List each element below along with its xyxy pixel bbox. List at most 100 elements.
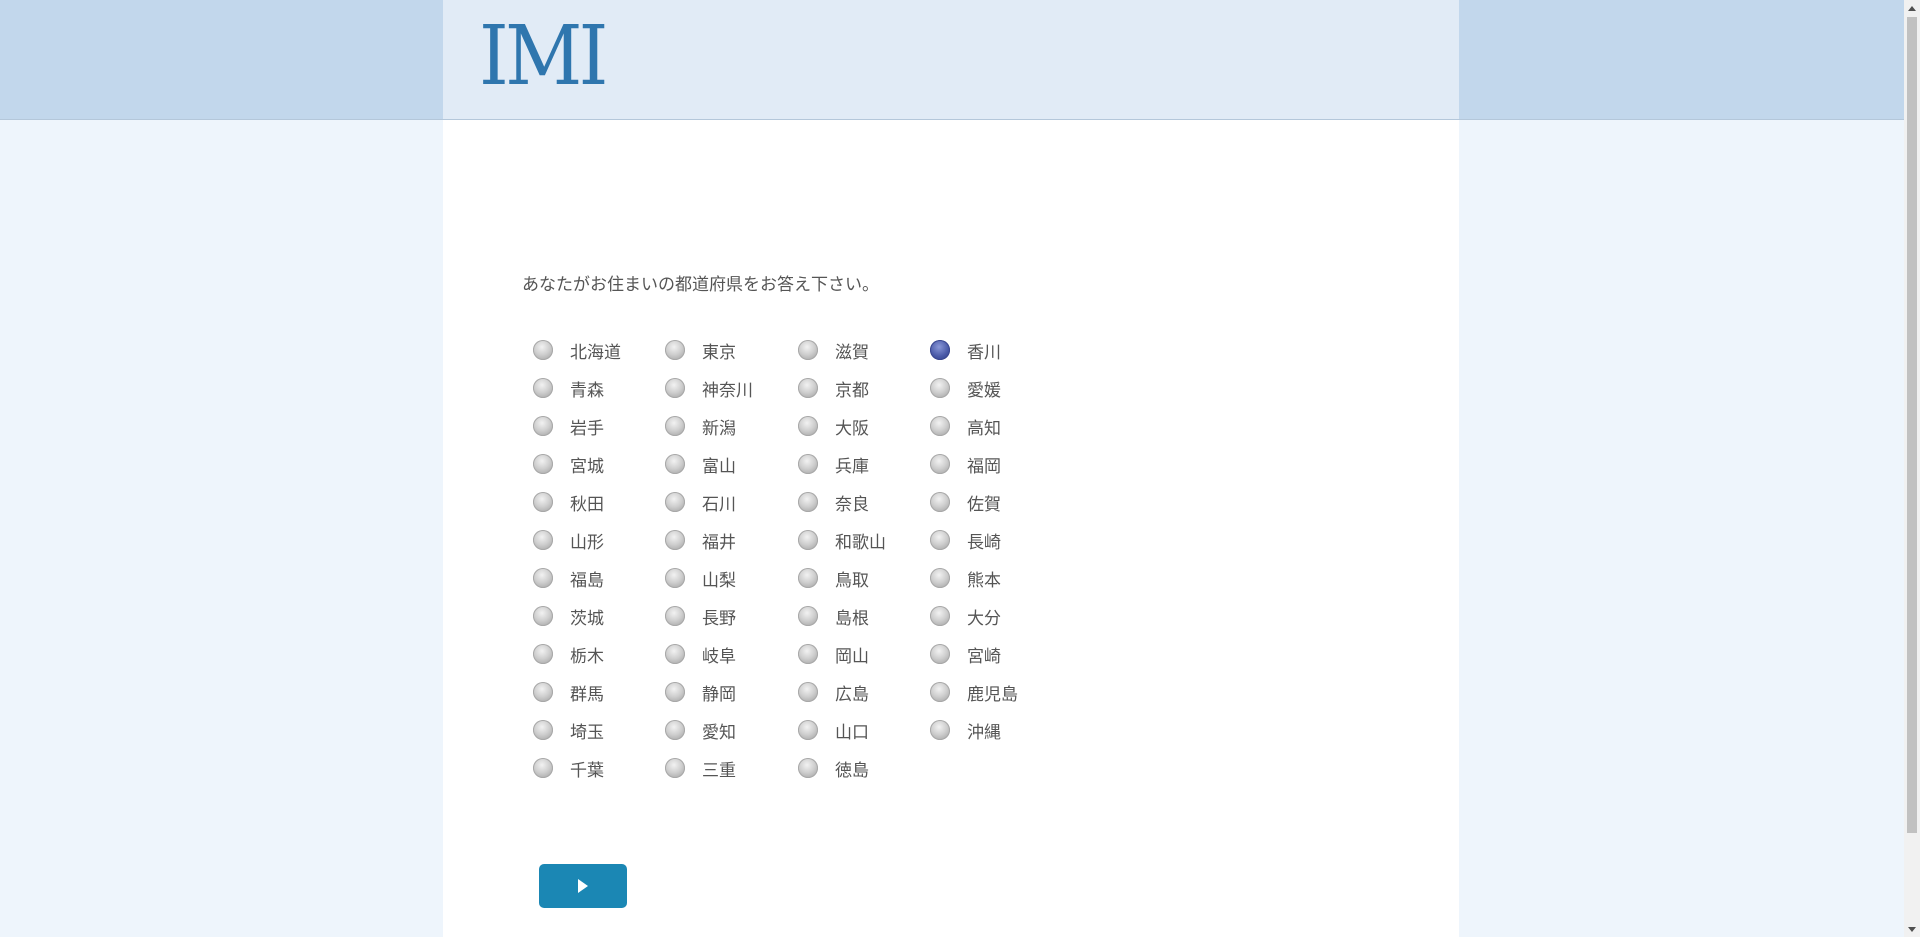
radio-button[interactable] [798,606,818,626]
scroll-up-arrow[interactable] [1904,0,1920,16]
radio-button[interactable] [665,454,685,474]
radio-button[interactable] [665,492,685,512]
radio-button[interactable] [665,378,685,398]
radio-button[interactable] [665,758,685,778]
radio-button[interactable] [930,492,950,512]
radio-button[interactable] [533,378,553,398]
prefecture-option[interactable]: 大分 [930,597,1062,635]
radio-button[interactable] [798,758,818,778]
radio-button[interactable] [930,454,950,474]
prefecture-option[interactable]: 香川 [930,331,1062,369]
prefecture-option[interactable]: 秋田 [533,483,665,521]
radio-button[interactable] [798,568,818,588]
prefecture-option[interactable]: 北海道 [533,331,665,369]
radio-button[interactable] [798,340,818,360]
prefecture-option[interactable]: 広島 [798,673,930,711]
radio-button[interactable] [665,568,685,588]
prefecture-option[interactable]: 石川 [665,483,798,521]
prefecture-option[interactable]: 岩手 [533,407,665,445]
prefecture-option[interactable]: 神奈川 [665,369,798,407]
radio-button[interactable] [798,454,818,474]
radio-button[interactable] [665,644,685,664]
radio-button[interactable] [533,682,553,702]
radio-button[interactable] [798,720,818,740]
prefecture-option[interactable]: 愛知 [665,711,798,749]
radio-button[interactable] [798,530,818,550]
radio-button[interactable] [533,416,553,436]
radio-button[interactable] [665,530,685,550]
radio-button[interactable] [665,340,685,360]
prefecture-option[interactable]: 山梨 [665,559,798,597]
radio-button[interactable] [533,530,553,550]
prefecture-label: 福岡 [967,456,1001,477]
radio-button[interactable] [533,606,553,626]
prefecture-option[interactable]: 鳥取 [798,559,930,597]
radio-button[interactable] [665,606,685,626]
radio-button-selected[interactable] [930,340,950,360]
prefecture-option[interactable]: 京都 [798,369,930,407]
radio-button[interactable] [533,644,553,664]
radio-button[interactable] [798,492,818,512]
prefecture-option[interactable]: 青森 [533,369,665,407]
prefecture-option[interactable]: 愛媛 [930,369,1062,407]
radio-button[interactable] [665,720,685,740]
prefecture-option[interactable]: 富山 [665,445,798,483]
prefecture-option[interactable]: 栃木 [533,635,665,673]
radio-button[interactable] [533,568,553,588]
radio-button[interactable] [930,720,950,740]
scroll-thumb[interactable] [1907,17,1917,833]
prefecture-option[interactable]: 鹿児島 [930,673,1062,711]
prefecture-option[interactable]: 新潟 [665,407,798,445]
prefecture-option[interactable]: 和歌山 [798,521,930,559]
radio-button[interactable] [930,378,950,398]
prefecture-option[interactable]: 滋賀 [798,331,930,369]
radio-button[interactable] [533,340,553,360]
radio-button[interactable] [533,492,553,512]
prefecture-option[interactable]: 長野 [665,597,798,635]
prefecture-option[interactable]: 福島 [533,559,665,597]
radio-button[interactable] [533,454,553,474]
prefecture-option[interactable]: 長崎 [930,521,1062,559]
radio-button[interactable] [930,606,950,626]
radio-button[interactable] [930,644,950,664]
prefecture-option[interactable]: 沖縄 [930,711,1062,749]
next-button[interactable] [539,864,627,908]
prefecture-option[interactable]: 山口 [798,711,930,749]
prefecture-option[interactable]: 山形 [533,521,665,559]
prefecture-option[interactable]: 静岡 [665,673,798,711]
prefecture-option[interactable]: 兵庫 [798,445,930,483]
radio-button[interactable] [798,644,818,664]
prefecture-option[interactable]: 茨城 [533,597,665,635]
prefecture-option[interactable]: 宮崎 [930,635,1062,673]
prefecture-option[interactable]: 高知 [930,407,1062,445]
radio-button[interactable] [798,682,818,702]
prefecture-option[interactable]: 宮城 [533,445,665,483]
prefecture-option[interactable]: 島根 [798,597,930,635]
radio-button[interactable] [533,758,553,778]
radio-button[interactable] [798,416,818,436]
radio-button[interactable] [533,720,553,740]
prefecture-option[interactable]: 群馬 [533,673,665,711]
prefecture-option[interactable]: 福岡 [930,445,1062,483]
radio-button[interactable] [665,682,685,702]
prefecture-option[interactable]: 岐阜 [665,635,798,673]
vertical-scrollbar[interactable] [1904,0,1920,937]
scroll-down-arrow[interactable] [1904,921,1920,937]
prefecture-option[interactable]: 佐賀 [930,483,1062,521]
prefecture-option[interactable]: 岡山 [798,635,930,673]
prefecture-option[interactable]: 埼玉 [533,711,665,749]
prefecture-option[interactable]: 福井 [665,521,798,559]
radio-button[interactable] [930,530,950,550]
prefecture-option[interactable]: 徳島 [798,749,930,787]
prefecture-option[interactable]: 三重 [665,749,798,787]
radio-button[interactable] [930,568,950,588]
prefecture-option[interactable]: 奈良 [798,483,930,521]
radio-button[interactable] [930,682,950,702]
prefecture-option[interactable]: 大阪 [798,407,930,445]
prefecture-option[interactable]: 熊本 [930,559,1062,597]
prefecture-option[interactable]: 東京 [665,331,798,369]
radio-button[interactable] [798,378,818,398]
prefecture-option[interactable]: 千葉 [533,749,665,787]
radio-button[interactable] [665,416,685,436]
radio-button[interactable] [930,416,950,436]
